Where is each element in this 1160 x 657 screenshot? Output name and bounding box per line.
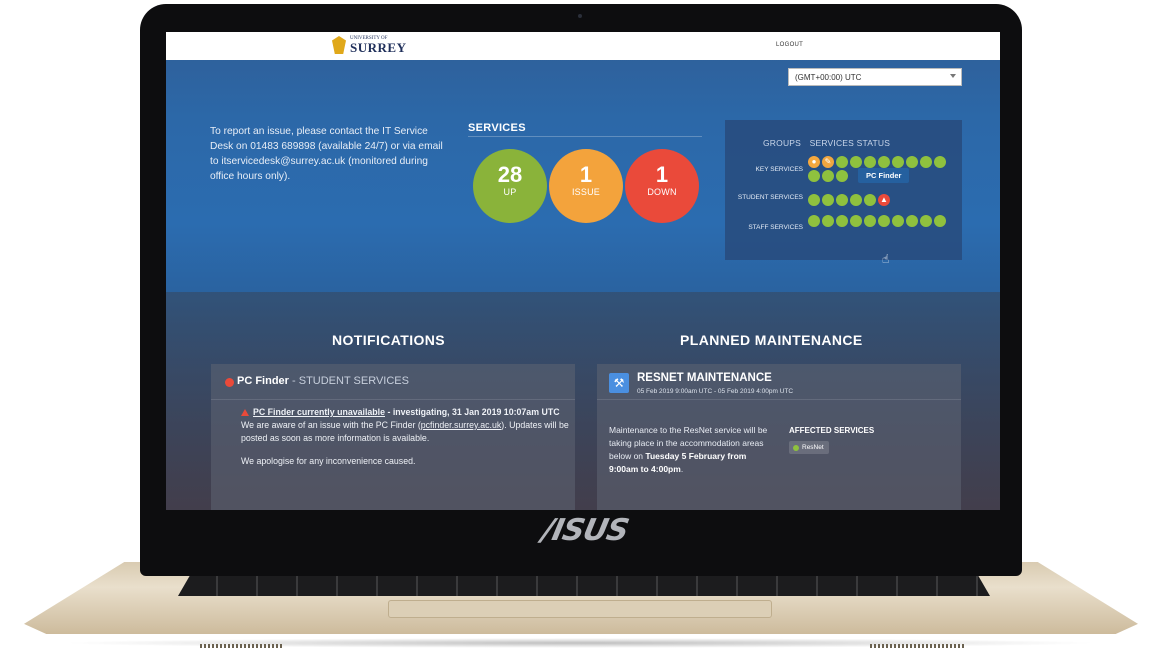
service-dot[interactable] [906, 215, 918, 227]
top-bar: UNIVERSITY OF SURREY LOGOUT [166, 32, 1000, 60]
service-dot[interactable]: ● [808, 156, 820, 168]
timezone-select[interactable]: (GMT+00:00) UTC [788, 68, 962, 86]
service-dot[interactable] [836, 170, 848, 182]
service-dot[interactable] [906, 156, 918, 168]
issue-count: 1 [579, 162, 593, 187]
pointer-cursor-icon: ☝ [882, 252, 890, 266]
service-tooltip: PC Finder [858, 168, 910, 183]
person-icon: ● [811, 157, 817, 166]
warning-icon [241, 409, 249, 416]
services-down-badge[interactable]: 1 DOWN [625, 149, 699, 223]
camera-icon [578, 14, 582, 18]
pcfinder-link[interactable]: pcfinder.surrey.ac.uk [421, 420, 502, 430]
service-status-grid: GROUPS SERVICES STATUS KEY SERVICES ● ✎ … [725, 120, 962, 260]
service-dot[interactable] [808, 215, 820, 227]
apology-text: We apologise for any inconvenience cause… [241, 456, 416, 466]
planned-maintenance-heading: PLANNED MAINTENANCE [680, 332, 863, 348]
speaker-grille-left [200, 644, 284, 648]
services-heading: SERVICES [468, 122, 526, 134]
up-label: UP [503, 187, 517, 197]
service-dot[interactable] [822, 194, 834, 206]
notification-body: PC Finder currently unavailable - invest… [241, 406, 571, 478]
notifications-heading: NOTIFICATIONS [332, 332, 446, 348]
down-label: DOWN [647, 187, 677, 197]
affected-service-tag[interactable]: ResNet [789, 441, 829, 454]
timezone-value: (GMT+00:00) UTC [795, 73, 862, 82]
laptop-touchpad [388, 600, 772, 618]
group-staff-services: STAFF SERVICES [748, 224, 803, 231]
stag-crest-icon [332, 36, 346, 54]
service-dot[interactable] [892, 215, 904, 227]
notification-group: - STUDENT SERVICES [288, 375, 409, 387]
logo-title: SURREY [350, 40, 407, 55]
services-status-header: SERVICES STATUS [809, 138, 891, 148]
service-dot[interactable] [892, 156, 904, 168]
wrench-icon: ⚒ [609, 373, 629, 393]
group-key-services: KEY SERVICES [755, 166, 803, 173]
service-dot[interactable] [836, 194, 848, 206]
affected-services-heading: AFFECTED SERVICES [789, 426, 875, 435]
up-count: 28 [497, 162, 523, 187]
university-logo[interactable]: UNIVERSITY OF SURREY [332, 36, 406, 54]
notification-card: PC Finder - STUDENT SERVICES PC Finder c… [211, 364, 575, 510]
down-count: 1 [655, 162, 669, 187]
maintenance-body: Maintenance to the ResNet service will b… [609, 425, 768, 474]
service-dot[interactable] [822, 215, 834, 227]
service-dot[interactable] [934, 215, 946, 227]
service-dot[interactable] [808, 194, 820, 206]
speaker-grille-right [870, 644, 966, 648]
staff-services-dots [808, 215, 948, 227]
maintenance-window: 05 Feb 2019 9:00am UTC - 05 Feb 2019 4:0… [637, 388, 794, 395]
services-up-badge[interactable]: 28 UP [473, 149, 547, 223]
service-dot[interactable] [920, 215, 932, 227]
down-status-icon [225, 378, 234, 387]
service-dot[interactable] [850, 194, 862, 206]
service-dot-pc-finder[interactable]: ▲ [878, 194, 890, 206]
service-dot[interactable] [864, 215, 876, 227]
notification-status: - investigating, 31 Jan 2019 10:07am UTC [385, 407, 560, 417]
service-dot[interactable] [878, 215, 890, 227]
groups-header: GROUPS [763, 138, 802, 148]
up-status-icon [793, 444, 799, 451]
group-student-services: STUDENT SERVICES [737, 194, 803, 201]
notification-headline-link[interactable]: PC Finder currently unavailable [253, 407, 385, 417]
service-dot[interactable] [878, 156, 890, 168]
wrench-icon: ✎ [824, 157, 832, 166]
issue-label: ISSUE [571, 187, 600, 197]
service-dot[interactable] [808, 170, 820, 182]
services-issue-badge[interactable]: 1 ISSUE [549, 149, 623, 223]
notification-service[interactable]: PC Finder [237, 375, 289, 387]
warning-icon: ▲ [880, 195, 888, 204]
service-dot[interactable] [864, 156, 876, 168]
student-services-dots: ▲ [808, 194, 948, 206]
report-issue-text: To report an issue, please contact the I… [210, 126, 443, 182]
chevron-down-icon [950, 74, 956, 78]
laptop-brand-logo: /ISUS [539, 513, 632, 548]
service-dot[interactable]: ✎ [822, 156, 834, 168]
service-dot[interactable] [920, 156, 932, 168]
service-dot[interactable] [850, 156, 862, 168]
service-dot[interactable] [850, 215, 862, 227]
services-divider [468, 136, 702, 137]
maintenance-name[interactable]: RESNET MAINTENANCE [637, 372, 772, 384]
service-dot[interactable] [822, 170, 834, 182]
status-page-screen: UNIVERSITY OF SURREY LOGOUT (GMT+00:00) … [166, 32, 1000, 510]
maintenance-card: ⚒ RESNET MAINTENANCE 05 Feb 2019 9:00am … [597, 364, 961, 510]
service-dot[interactable] [836, 215, 848, 227]
service-dot[interactable] [934, 156, 946, 168]
service-dot[interactable] [864, 194, 876, 206]
logout-link[interactable]: LOGOUT [776, 42, 803, 48]
service-dot[interactable] [836, 156, 848, 168]
